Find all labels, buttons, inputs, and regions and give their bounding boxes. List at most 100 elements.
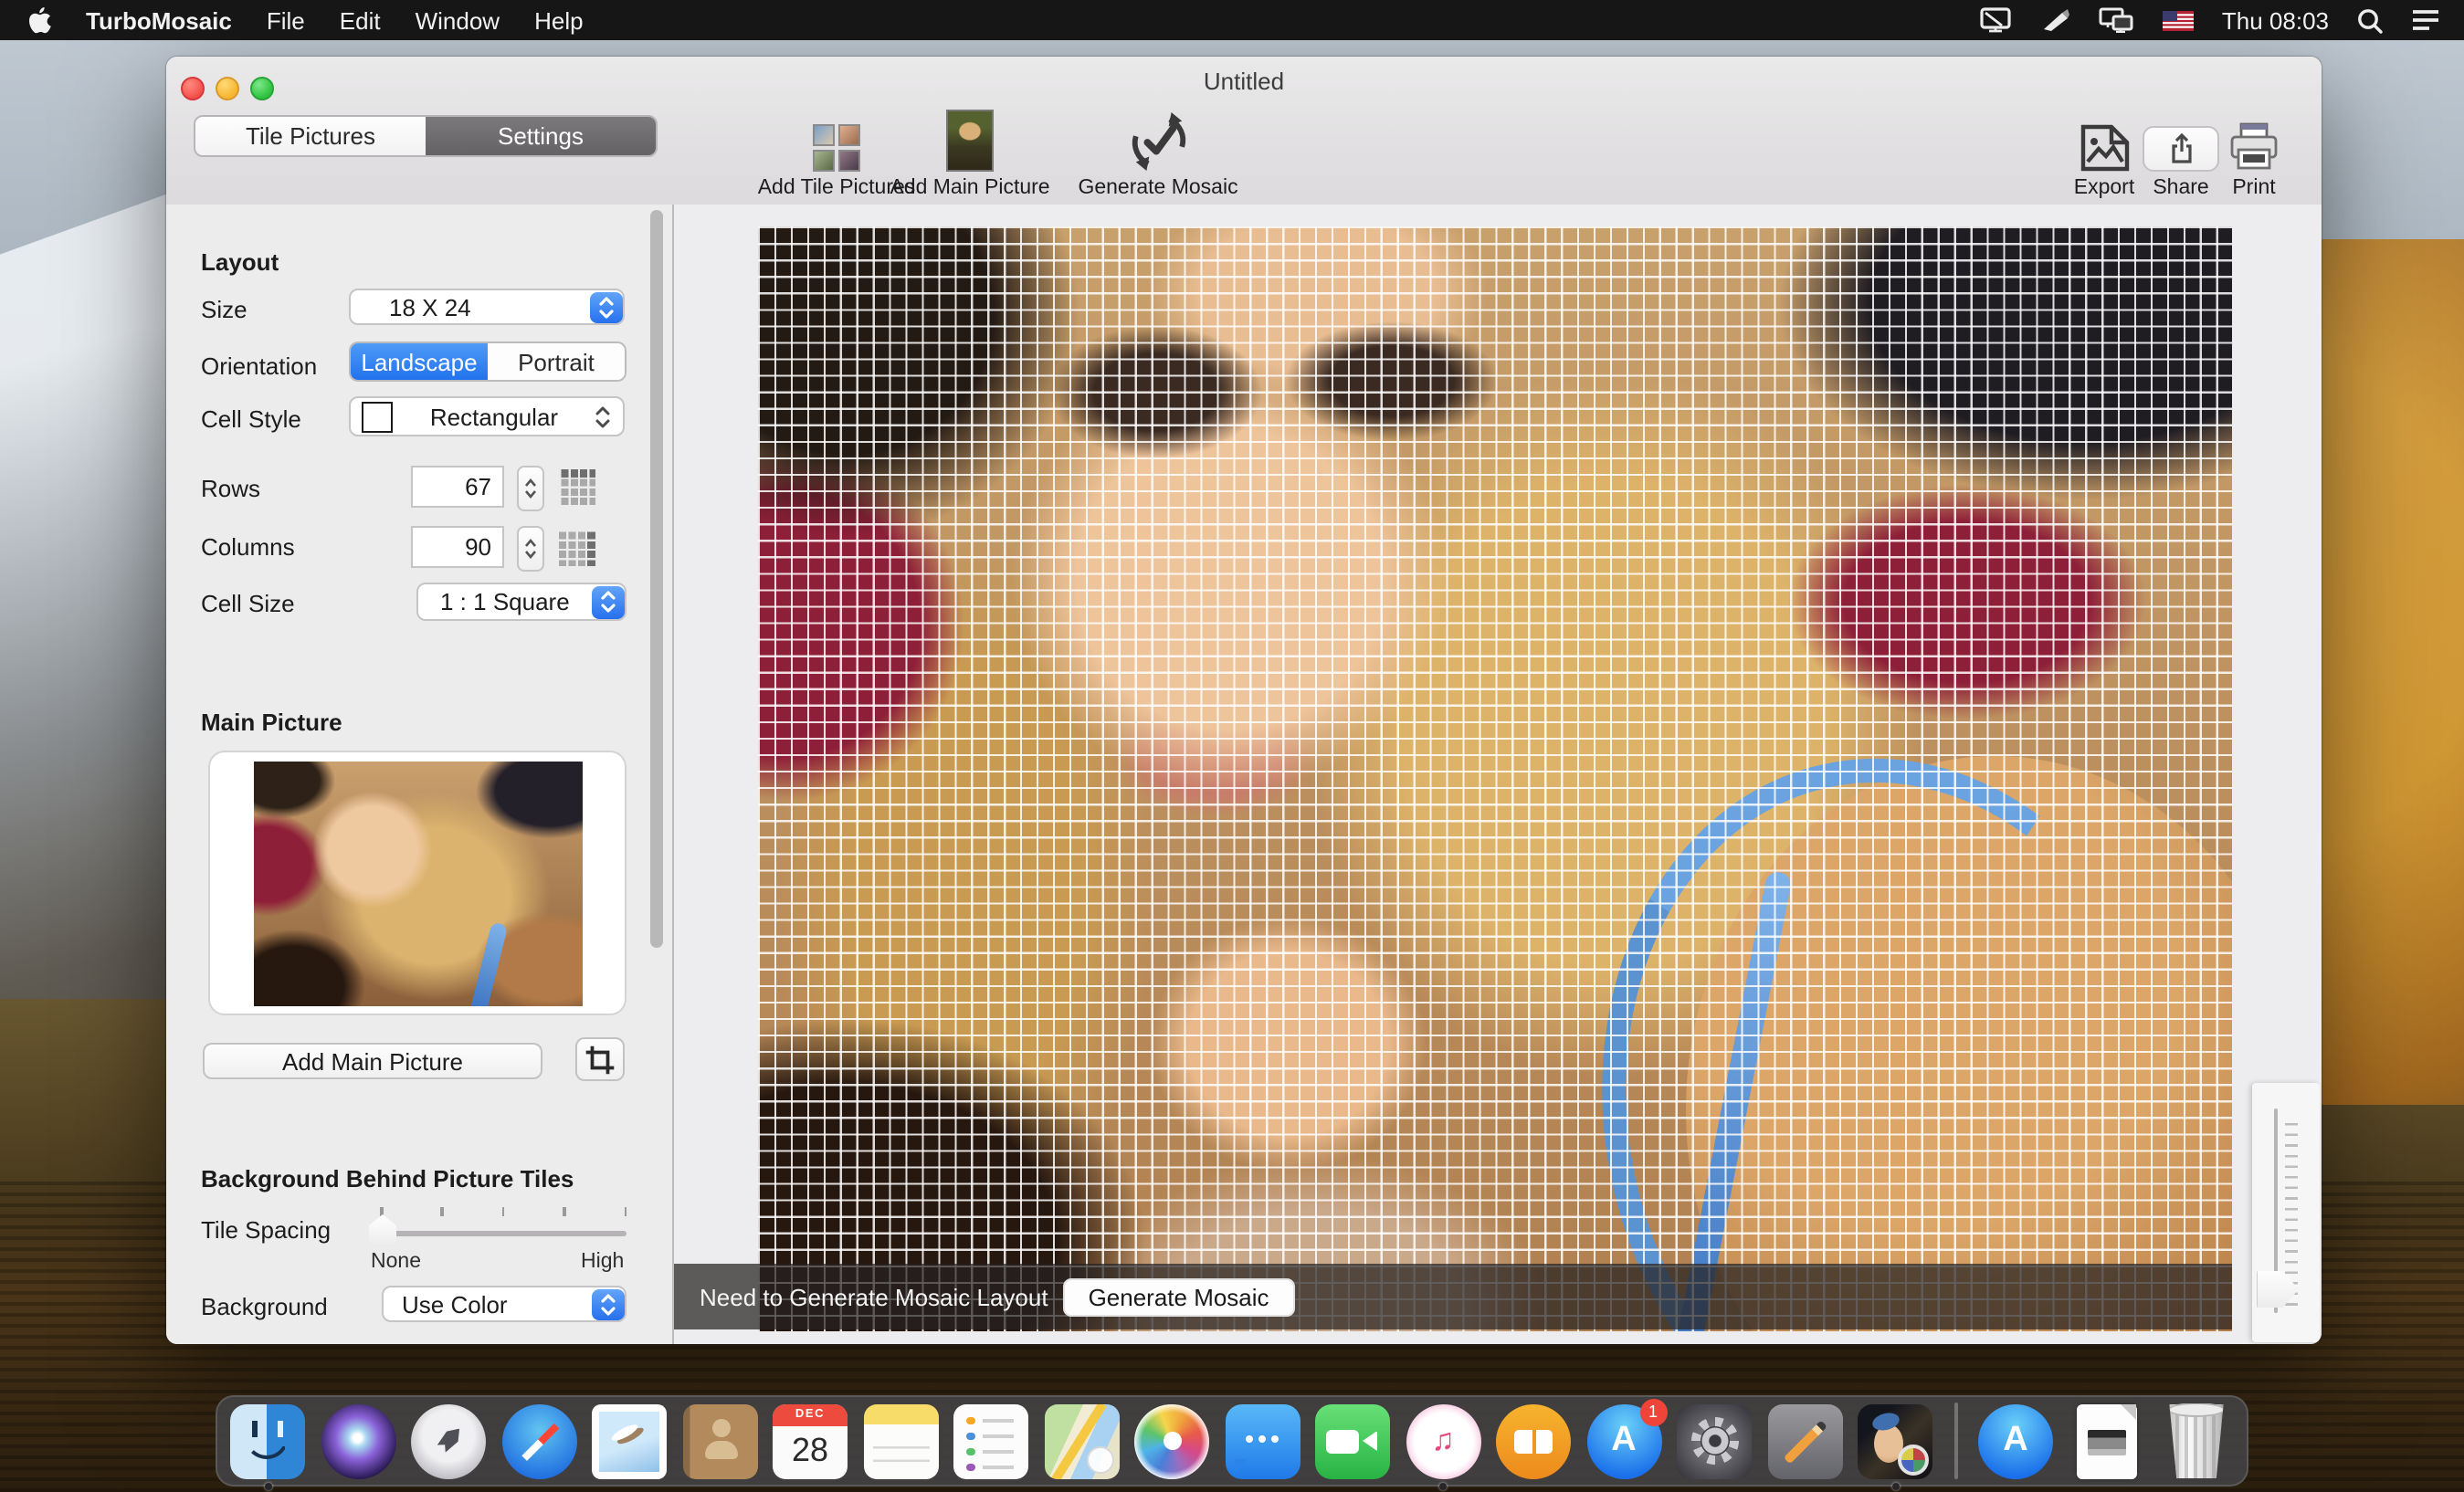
contacts-icon <box>682 1403 757 1478</box>
size-popup[interactable]: 18 X 24 <box>349 289 625 325</box>
trash-icon <box>2169 1403 2224 1478</box>
share-button[interactable]: Share <box>2143 108 2219 199</box>
dock-item-notes[interactable] <box>863 1403 938 1478</box>
dock-item-reminders[interactable] <box>953 1403 1028 1478</box>
dock-item-app-store[interactable]: A 1 <box>1586 1398 1667 1478</box>
generate-mosaic-button[interactable]: Generate Mosaic <box>1062 1277 1295 1316</box>
share-icon <box>2143 110 2219 172</box>
orientation-landscape[interactable]: Landscape <box>351 343 488 380</box>
running-indicator <box>1891 1482 1899 1489</box>
rows-stepper[interactable] <box>517 466 544 511</box>
size-label: Size <box>201 296 247 323</box>
menu-window[interactable]: Window <box>416 6 500 34</box>
window-title: Untitled <box>1203 68 1285 95</box>
rows-grid-icon <box>559 469 595 506</box>
popup-chevrons-icon <box>589 291 622 322</box>
mosaic-preview-area: Need to Generate Mosaic Layout Generate … <box>674 205 2322 1344</box>
dock-item-finder[interactable] <box>230 1403 305 1489</box>
cell-style-label: Cell Style <box>201 405 301 433</box>
calendar-icon: DEC 28 <box>773 1403 848 1478</box>
spotlight-icon[interactable] <box>2356 6 2384 34</box>
notification-center-icon[interactable] <box>2411 9 2440 31</box>
menu-app-name[interactable]: TurboMosaic <box>86 6 232 34</box>
rows-label: Rows <box>201 475 261 502</box>
dock-item-system-preferences[interactable] <box>1677 1403 1752 1478</box>
mosaic-preview[interactable] <box>758 226 2232 1331</box>
turbomosaic-window: Untitled Tile Pictures Settings Add Tile… <box>166 57 2322 1344</box>
dock-item-calendar[interactable]: DEC 28 <box>773 1403 848 1478</box>
add-tile-pictures-icon <box>813 110 860 172</box>
add-main-picture-button[interactable]: Add Main Picture <box>203 1043 542 1079</box>
add-main-picture-toolbar-button[interactable]: Add Main Picture <box>890 108 1050 199</box>
zoom-slider-panel <box>2251 1083 2319 1342</box>
main-picture-thumbnail[interactable] <box>253 761 582 1005</box>
tile-spacing-track[interactable] <box>380 1231 627 1235</box>
dock-item-turbomosaic[interactable] <box>1858 1403 1932 1489</box>
mona-lisa-icon <box>946 110 994 172</box>
print-icon <box>2227 110 2281 172</box>
tile-spacing-knob[interactable] <box>369 1214 396 1244</box>
dock-item-trash[interactable] <box>2159 1403 2234 1478</box>
export-button[interactable]: Export <box>2066 108 2143 199</box>
dock-item-graphics-app[interactable] <box>1767 1403 1842 1478</box>
dock-item-safari[interactable] <box>501 1403 576 1478</box>
dock-item-app-store-alt[interactable]: A <box>1978 1403 2053 1478</box>
orientation-portrait[interactable]: Portrait <box>488 343 625 380</box>
layout-heading: Layout <box>201 248 279 276</box>
notes-icon <box>863 1403 938 1478</box>
settings-sidebar: Layout Size 18 X 24 Orientation Landscap… <box>166 205 674 1344</box>
display-icon[interactable] <box>1981 7 2014 33</box>
running-indicator <box>1439 1482 1447 1489</box>
dock-item-contacts[interactable] <box>682 1403 757 1478</box>
spacing-min-label: None <box>371 1251 421 1273</box>
dock-item-photos[interactable] <box>1134 1403 1209 1478</box>
dock-item-facetime[interactable] <box>1315 1403 1390 1478</box>
document-file-icon <box>2076 1403 2136 1478</box>
reminders-icon <box>953 1403 1028 1478</box>
mail-icon <box>592 1403 667 1478</box>
calendar-day: 28 <box>791 1431 829 1467</box>
rows-input[interactable]: 67 <box>411 466 504 508</box>
dock-item-itunes[interactable]: ♫ <box>1406 1403 1480 1489</box>
menu-help[interactable]: Help <box>534 6 584 34</box>
dock-item-siri[interactable] <box>321 1403 395 1478</box>
menu-clock[interactable]: Thu 08:03 <box>2222 6 2329 34</box>
menu-edit[interactable]: Edit <box>340 6 381 34</box>
dock-item-messages[interactable] <box>1225 1403 1300 1478</box>
launchpad-icon <box>411 1403 486 1478</box>
tab-settings[interactable]: Settings <box>426 117 656 155</box>
cell-style-swatch <box>362 401 393 432</box>
dock: DEC 28 ♫ A 1 A <box>216 1395 2248 1489</box>
running-indicator <box>264 1482 271 1489</box>
popup-chevrons-icon <box>591 1288 624 1319</box>
dock-item-document[interactable] <box>2069 1403 2143 1478</box>
cell-size-popup[interactable]: 1 : 1 Square <box>416 583 627 621</box>
spacing-max-label: High <box>581 1251 625 1273</box>
us-flag-icon[interactable] <box>2163 10 2195 30</box>
add-tile-pictures-button[interactable]: Add Tile Pictures <box>758 108 915 199</box>
columns-input[interactable]: 90 <box>411 526 504 568</box>
crop-button[interactable] <box>575 1037 625 1081</box>
dock-item-ibooks[interactable] <box>1496 1403 1571 1478</box>
dock-item-launchpad[interactable] <box>411 1403 486 1478</box>
background-popup[interactable]: Use Color <box>382 1286 627 1322</box>
sidebar-scrollbar[interactable] <box>650 210 663 948</box>
dock-item-mail[interactable] <box>592 1403 667 1478</box>
apple-menu-icon[interactable] <box>27 6 51 34</box>
status-message: Need to Generate Mosaic Layout <box>700 1283 1048 1310</box>
calendar-month: DEC <box>773 1403 848 1425</box>
orientation-segmented-control: Landscape Portrait <box>349 341 627 382</box>
print-button[interactable]: Print <box>2216 108 2292 199</box>
dock-item-maps[interactable] <box>1044 1403 1119 1478</box>
dual-display-icon[interactable] <box>2100 7 2136 33</box>
ibooks-icon <box>1496 1403 1571 1478</box>
cell-style-popup[interactable]: Rectangular <box>349 396 625 436</box>
graphics-app-icon <box>1767 1403 1842 1478</box>
system-preferences-icon <box>1677 1403 1752 1478</box>
tab-tile-pictures[interactable]: Tile Pictures <box>195 117 426 155</box>
main-picture-frame <box>208 751 627 1015</box>
stylus-icon[interactable] <box>2041 7 2072 33</box>
generate-mosaic-toolbar-button[interactable]: Generate Mosaic <box>1078 108 1238 199</box>
columns-stepper[interactable] <box>517 526 544 572</box>
menu-file[interactable]: File <box>267 6 305 34</box>
